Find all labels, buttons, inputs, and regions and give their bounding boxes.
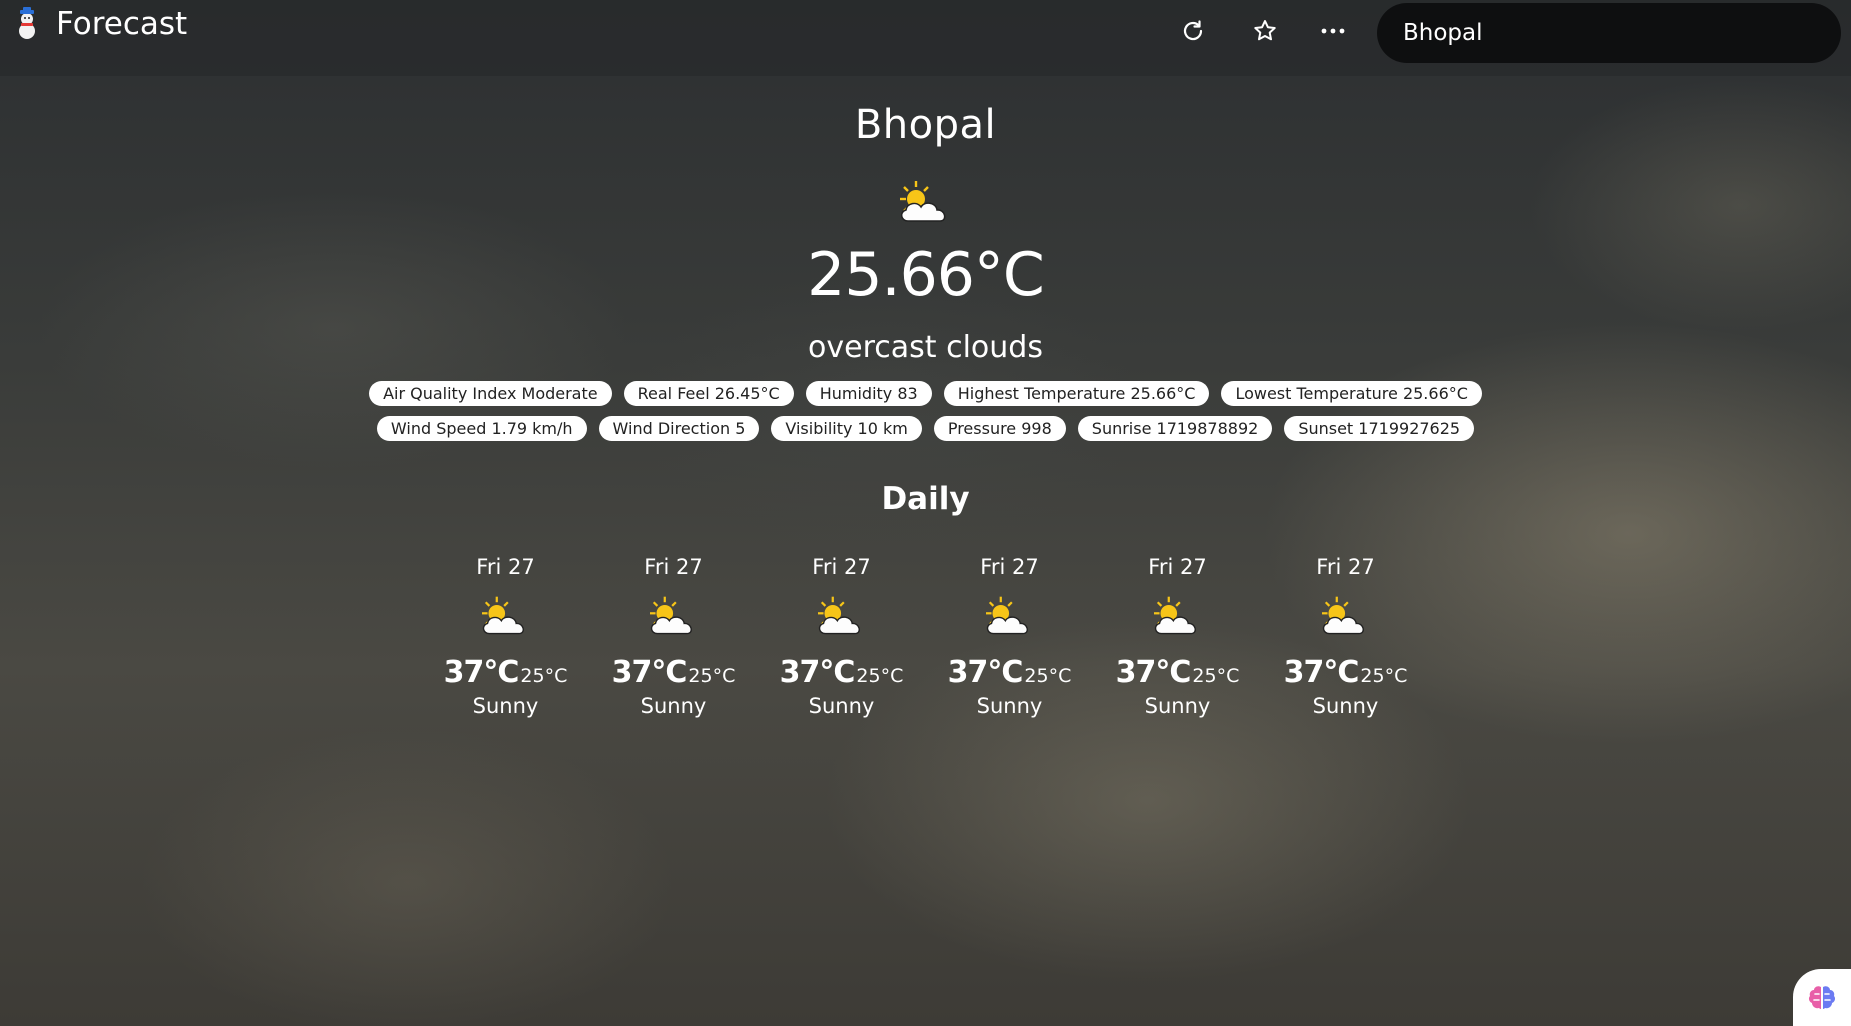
forecast-low: 25°C [520,665,568,687]
brand: Forecast [12,6,187,42]
detail-sunrise: Sunrise 1719878892 [1077,416,1273,441]
forecast-temperatures: 37°C 25°C [604,655,744,690]
forecast-high: 37°C [779,655,856,690]
forecast-condition: Sunny [976,694,1043,718]
forecast-temperatures: 37°C 25°C [1108,655,1248,690]
snowman-logo-icon [19,7,35,39]
partly-cloudy-icon [985,596,1028,635]
weather-description: overcast clouds [808,330,1043,365]
detail-wind-speed: Wind Speed 1.79 km/h [376,416,587,441]
forecast-temperatures: 37°C 25°C [940,655,1080,690]
forecast-date: Fri 27 [812,555,871,579]
forecast-high: 37°C [611,655,688,690]
forecast-condition: Sunny [1144,694,1211,718]
daily-forecast: Fri 27 37°C 25°C Sunny Fri 27 37°C 25°C Su… [0,553,1851,720]
forecast-temperatures: 37°C 25°C [772,655,912,690]
forecast-high: 37°C [947,655,1024,690]
star-icon [1254,20,1276,41]
forecast-high: 37°C [1283,655,1360,690]
forecast-low: 25°C [688,665,736,687]
city-search [1377,3,1841,63]
forecast-condition: Sunny [808,694,875,718]
forecast-date: Fri 27 [476,555,535,579]
forecast-condition: Sunny [472,694,539,718]
partly-cloudy-icon [1153,596,1196,635]
brain-icon [1808,985,1836,1009]
refresh-button[interactable] [1171,11,1215,51]
main-content: Bhopal 25.66°C overcast clouds Air Quali… [0,76,1851,720]
refresh-icon [1183,20,1203,41]
partly-cloudy-icon [899,181,945,222]
search-input[interactable] [1401,19,1841,47]
forecast-day: Fri 27 37°C 25°C Sunny [940,553,1080,720]
forecast-day: Fri 27 37°C 25°C Sunny [604,553,744,720]
detail-visibility: Visibility 10 km [771,416,922,441]
top-bar: Forecast [0,0,1851,76]
forecast-date: Fri 27 [644,555,703,579]
detail-wind-direction: Wind Direction 5 [598,416,760,441]
forecast-low: 25°C [1192,665,1240,687]
forecast-day: Fri 27 37°C 25°C Sunny [1276,553,1416,720]
detail-real-feel: Real Feel 26.45°C [623,381,794,406]
city-name: Bhopal [854,102,997,148]
forecast-high: 37°C [443,655,520,690]
daily-heading: Daily [881,481,970,517]
forecast-low: 25°C [856,665,904,687]
favorite-button[interactable] [1243,11,1287,51]
forecast-temperatures: 37°C 25°C [1276,655,1416,690]
partly-cloudy-icon [817,596,860,635]
detail-sunset: Sunset 1719927625 [1284,416,1475,441]
forecast-day: Fri 27 37°C 25°C Sunny [772,553,912,720]
forecast-day: Fri 27 37°C 25°C Sunny [436,553,576,720]
forecast-high: 37°C [1115,655,1192,690]
forecast-low: 25°C [1360,665,1408,687]
more-button[interactable] [1311,11,1355,51]
forecast-day: Fri 27 37°C 25°C Sunny [1108,553,1248,720]
assistant-button[interactable] [1793,969,1851,1026]
current-temperature: 25.66°C [807,240,1045,310]
detail-lowest-temperature: Lowest Temperature 25.66°C [1221,381,1482,406]
forecast-date: Fri 27 [980,555,1039,579]
partly-cloudy-icon [649,596,692,635]
detail-highest-temperature: Highest Temperature 25.66°C [943,381,1210,406]
partly-cloudy-icon [481,596,524,635]
weather-details: Air Quality Index Moderate Real Feel 26.… [356,381,1496,441]
app-title: Forecast [56,6,188,42]
detail-pressure: Pressure 998 [933,416,1066,441]
partly-cloudy-icon [1321,596,1364,635]
forecast-low: 25°C [1024,665,1072,687]
detail-air-quality: Air Quality Index Moderate [369,381,612,406]
forecast-date: Fri 27 [1148,555,1207,579]
forecast-condition: Sunny [640,694,707,718]
more-icon [1321,28,1345,34]
forecast-date: Fri 27 [1316,555,1375,579]
detail-humidity: Humidity 83 [805,381,932,406]
forecast-temperatures: 37°C 25°C [436,655,576,690]
forecast-condition: Sunny [1312,694,1379,718]
